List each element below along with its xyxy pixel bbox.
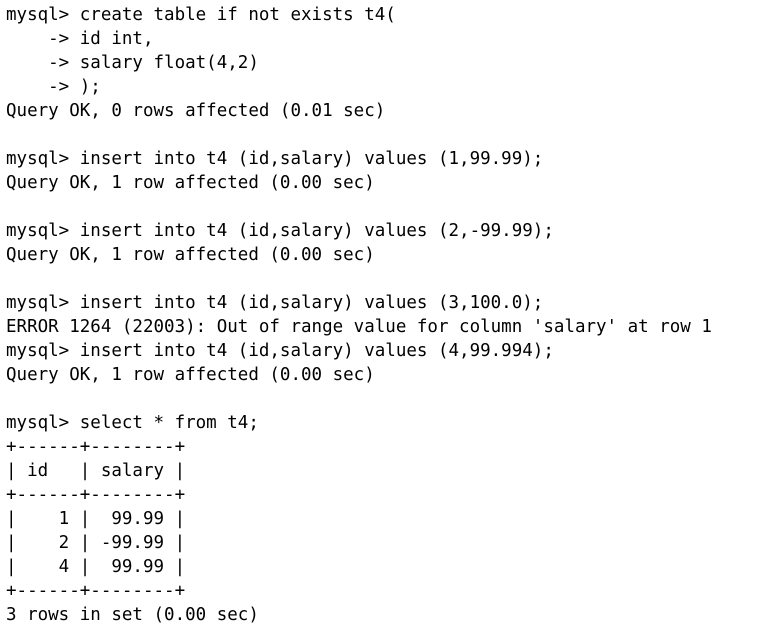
result-table-border: +------+--------+	[6, 437, 186, 457]
command-line: mysql> select * from t4;	[6, 413, 259, 433]
query-result-line: 3 rows in set (0.00 sec)	[6, 605, 259, 625]
command-line: mysql> insert into t4 (id,salary) values…	[6, 149, 544, 169]
command-continuation-line: -> salary float(4,2)	[6, 53, 259, 73]
command-line: mysql> insert into t4 (id,salary) values…	[6, 293, 544, 313]
command-continuation-line: -> );	[6, 77, 101, 97]
result-table-row: | 4 | 99.99 |	[6, 557, 186, 577]
query-result-line: Query OK, 1 row affected (0.00 sec)	[6, 173, 375, 193]
result-table-row: | 2 | -99.99 |	[6, 533, 186, 553]
result-table-header: | id | salary |	[6, 461, 186, 481]
terminal-window[interactable]: mysql> create table if not exists t4( ->…	[0, 0, 765, 631]
result-table-row: | 1 | 99.99 |	[6, 509, 186, 529]
result-table-border: +------+--------+	[6, 581, 186, 601]
command-line: mysql> insert into t4 (id,salary) values…	[6, 221, 554, 241]
query-result-line: Query OK, 0 rows affected (0.01 sec)	[6, 101, 386, 121]
query-result-line: Query OK, 1 row affected (0.00 sec)	[6, 365, 375, 385]
query-result-line: Query OK, 1 row affected (0.00 sec)	[6, 245, 375, 265]
error-message-line: ERROR 1264 (22003): Out of range value f…	[6, 317, 712, 337]
command-continuation-line: -> id int,	[6, 29, 154, 49]
command-line: mysql> create table if not exists t4(	[6, 5, 396, 25]
command-line: mysql> insert into t4 (id,salary) values…	[6, 341, 554, 361]
result-table-border: +------+--------+	[6, 485, 186, 505]
